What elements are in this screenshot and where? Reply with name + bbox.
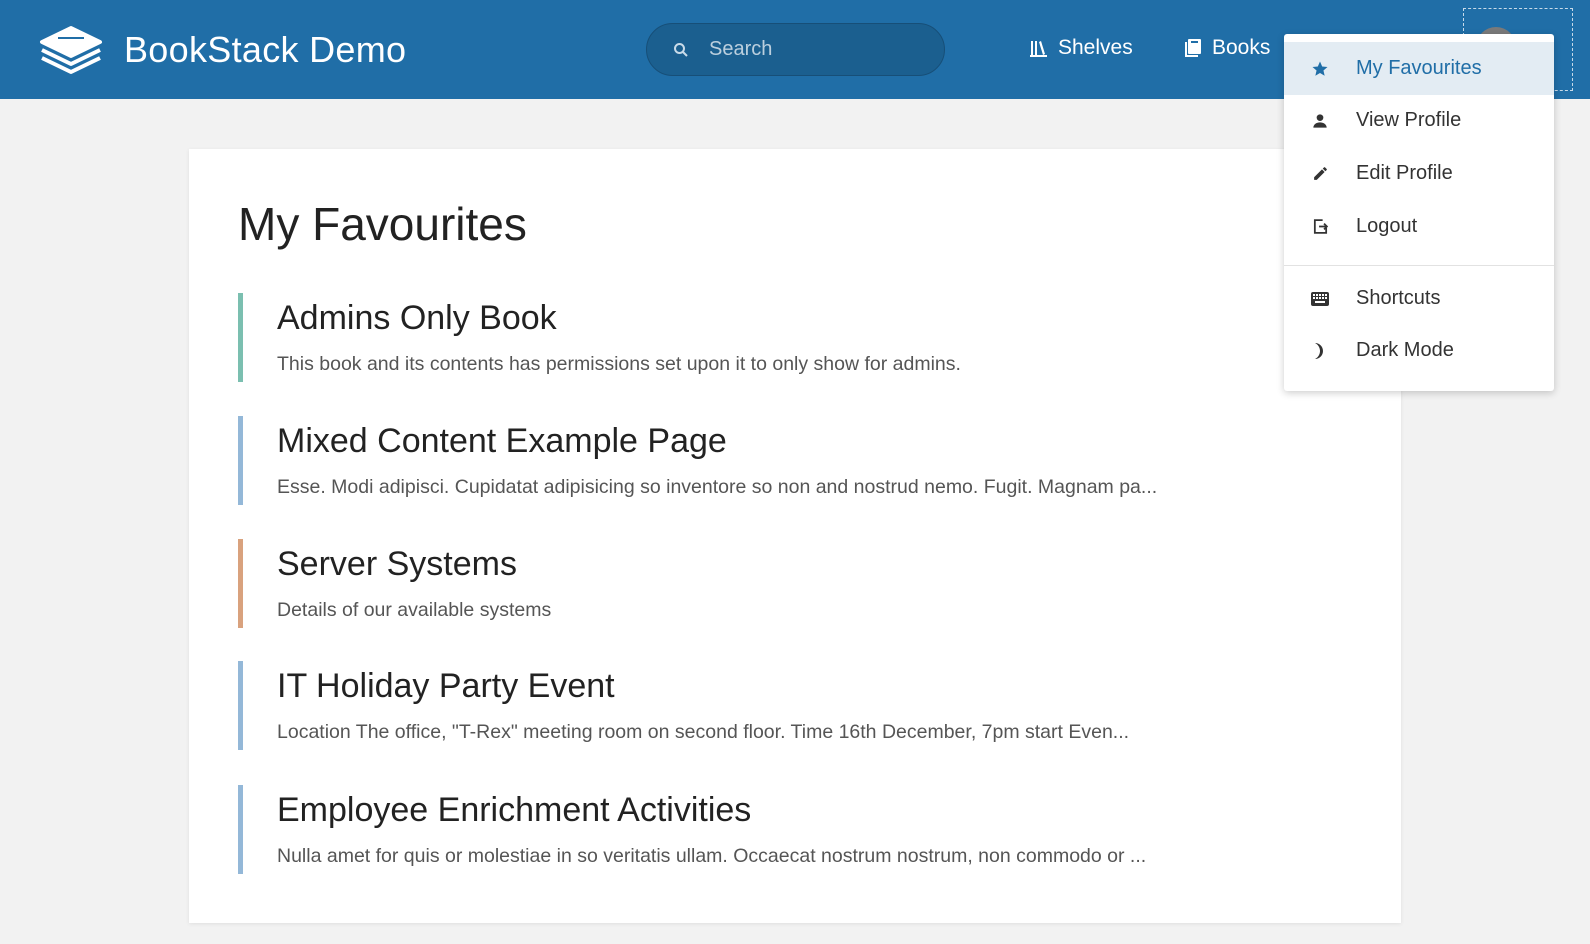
entity-color-bar [238,416,243,505]
item-title[interactable]: Mixed Content Example Page [277,422,727,461]
nav-books-link[interactable]: Books [1185,36,1270,60]
item-description: Esse. Modi adipisci. Cupidatat adipisici… [277,476,1158,498]
nav-books-label: Books [1212,36,1271,59]
app-logo-link[interactable]: BookStack Demo [38,20,406,80]
entity-color-bar [238,661,243,750]
logout-icon [1310,217,1330,237]
menu-item-logout[interactable]: Logout [1284,200,1554,253]
list-item[interactable]: Server Systems Details of our available … [238,539,1338,628]
entity-color-bar [238,785,243,874]
menu-item-label: Shortcuts [1356,287,1441,309]
list-item[interactable]: Employee Enrichment Activities Nulla ame… [238,785,1338,874]
menu-item-label: View Profile [1356,109,1462,131]
menu-item-label: Logout [1356,215,1418,237]
books-icon [1185,39,1201,57]
menu-item-shortcuts[interactable]: Shortcuts [1284,272,1554,325]
list-item[interactable]: Admins Only Book This book and its conte… [238,293,1338,382]
user-icon [1310,111,1330,131]
nav-shelves-label: Shelves [1058,36,1133,59]
menu-item-label: Edit Profile [1356,162,1453,184]
menu-item-edit-profile[interactable]: Edit Profile [1284,147,1554,200]
menu-item-dark-mode[interactable]: Dark Mode [1284,324,1554,377]
menu-item-my-favourites[interactable]: My Favourites [1284,42,1554,95]
keyboard-icon [1310,289,1330,309]
entity-color-bar [238,539,243,628]
app-name: BookStack Demo [124,29,407,70]
page-title: My Favourites [238,198,527,250]
item-title[interactable]: Employee Enrichment Activities [277,791,751,830]
star-icon [1310,59,1330,79]
menu-item-view-profile[interactable]: View Profile [1284,94,1554,147]
item-description: Details of our available systems [277,599,552,621]
nav-shelves-link[interactable]: Shelves [1030,36,1133,60]
shelves-icon [1030,41,1047,57]
search-box[interactable] [646,23,945,76]
search-icon [674,42,688,57]
menu-item-label: My Favourites [1356,57,1482,79]
entity-color-bar [238,293,243,382]
list-item[interactable]: IT Holiday Party Event Location The offi… [238,661,1338,750]
search-input[interactable] [709,38,909,61]
favourites-card: My Favourites Admins Only Book This book… [189,149,1401,923]
menu-item-label: Dark Mode [1356,339,1454,361]
moon-icon [1310,341,1330,361]
item-description: Location The office, "T-Rex" meeting roo… [277,721,1130,743]
item-title[interactable]: IT Holiday Party Event [277,667,615,706]
item-description: Nulla amet for quis or molestiae in so v… [277,845,1147,867]
pencil-icon [1310,164,1330,184]
bookstack-logo-icon [40,26,102,74]
item-title[interactable]: Server Systems [277,545,517,584]
list-item[interactable]: Mixed Content Example Page Esse. Modi ad… [238,416,1338,505]
item-title[interactable]: Admins Only Book [277,299,557,338]
item-description: This book and its contents has permissio… [277,353,961,375]
menu-divider [1284,265,1554,266]
user-dropdown-menu: My Favourites View Profile Edit Profile … [1284,34,1554,391]
